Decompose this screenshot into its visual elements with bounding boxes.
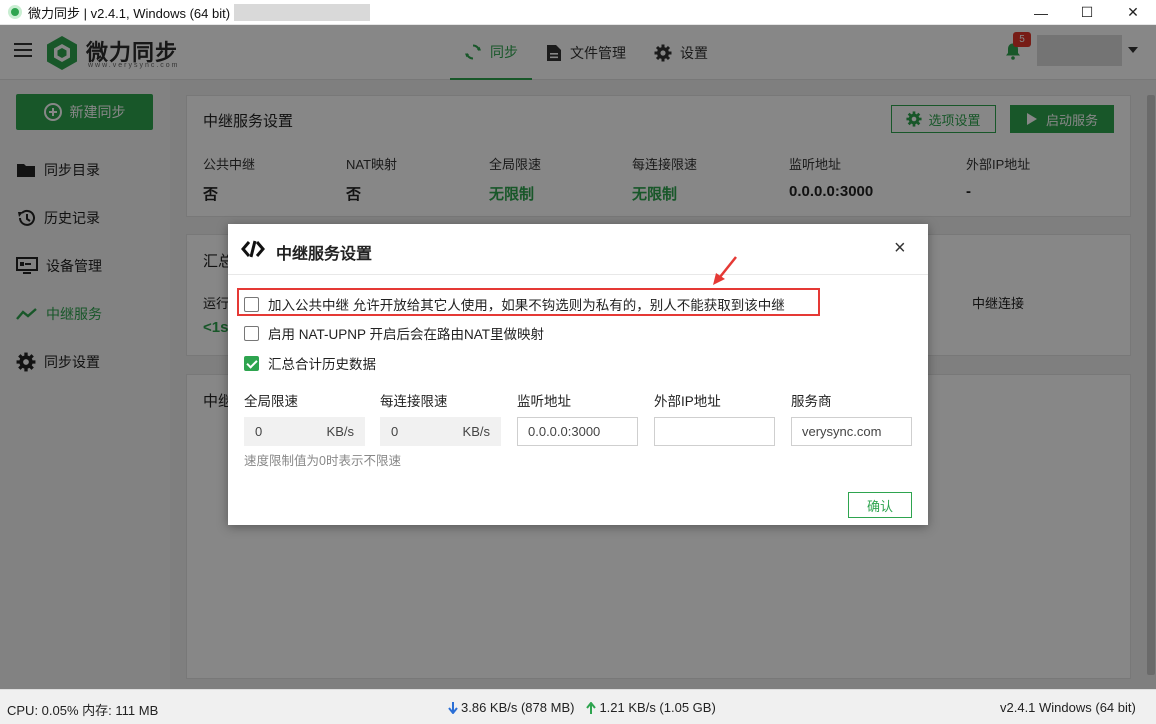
- maximize-button[interactable]: ☐: [1064, 0, 1110, 25]
- checkbox[interactable]: [244, 296, 259, 312]
- annotation-arrow-icon: [713, 256, 737, 285]
- field-label: 外部IP地址: [654, 394, 721, 409]
- relay-settings-dialog: 中继服务设置 × 加入公共中继 允许开放给其它人使用，如果不钩选则为私有的，别人…: [228, 224, 928, 525]
- checkbox[interactable]: [244, 325, 259, 341]
- window-title: 微力同步 | v2.4.1, Windows (64 bit): [28, 5, 231, 21]
- listen-address-input[interactable]: 0.0.0.0:3000: [517, 417, 638, 446]
- field-value: 0.0.0.0:3000: [528, 424, 601, 439]
- version-info: v2.4.1 Windows (64 bit): [1000, 700, 1136, 715]
- arrow-down-icon: [448, 701, 458, 714]
- dialog-title: 中继服务设置: [276, 246, 373, 263]
- checkbox-label: 启用 NAT-UPNP 开启后会在路由NAT里做映射: [268, 327, 545, 342]
- app-icon: [8, 5, 22, 19]
- redacted-area: [234, 3, 371, 21]
- close-icon[interactable]: ×: [894, 238, 906, 258]
- checkbox-label: 汇总合计历史数据: [268, 357, 376, 372]
- field-label: 每连接限速: [380, 394, 448, 409]
- code-icon: [241, 240, 265, 258]
- field-value: 0: [391, 424, 399, 439]
- field-label: 服务商: [791, 394, 832, 409]
- arrow-up-icon: [586, 701, 597, 714]
- title-bar: 微力同步 | v2.4.1, Windows (64 bit) — ☐ ✕: [0, 0, 1156, 25]
- field-label: 监听地址: [517, 394, 571, 409]
- field-unit: KB/s: [326, 424, 354, 439]
- external-ip-input[interactable]: [654, 417, 775, 446]
- dialog-header: 中继服务设置 ×: [228, 224, 928, 275]
- per-conn-limit-input[interactable]: 0 KB/s: [380, 417, 501, 446]
- checkbox-checked[interactable]: [244, 355, 259, 371]
- field-value: verysync.com: [802, 424, 882, 439]
- field-label: 全局限速: [244, 394, 298, 409]
- speed-limit-hint: 速度限制值为0时表示不限速: [244, 454, 401, 468]
- checkbox-label: 加入公共中继 允许开放给其它人使用，如果不钩选则为私有的，别人不能获取到该中继: [268, 298, 785, 313]
- download-rate: 3.86 KB/s (878 MB): [461, 700, 575, 715]
- upload-rate: 1.21 KB/s (1.05 GB): [599, 700, 716, 715]
- cpu-memory-status: CPU: 0.05% 内存: 111 MB: [7, 703, 159, 718]
- field-value: 0: [255, 424, 263, 439]
- status-bar: CPU: 0.05% 内存: 111 MB 3.86 KB/s (878 MB)…: [0, 689, 1156, 724]
- confirm-button[interactable]: 确认: [848, 492, 912, 518]
- transfer-status: 3.86 KB/s (878 MB) 1.21 KB/s (1.05 GB): [448, 700, 716, 715]
- minimize-button[interactable]: —: [1018, 0, 1064, 25]
- field-unit: KB/s: [462, 424, 490, 439]
- provider-input[interactable]: verysync.com: [791, 417, 912, 446]
- close-window-button[interactable]: ✕: [1110, 0, 1156, 25]
- global-limit-input[interactable]: 0 KB/s: [244, 417, 365, 446]
- checkbox-nat-upnp[interactable]: 启用 NAT-UPNP 开启后会在路由NAT里做映射: [244, 323, 544, 343]
- checkbox-summary-history[interactable]: 汇总合计历史数据: [244, 353, 376, 373]
- checkbox-public-relay[interactable]: 加入公共中继 允许开放给其它人使用，如果不钩选则为私有的，别人不能获取到该中继: [244, 294, 785, 314]
